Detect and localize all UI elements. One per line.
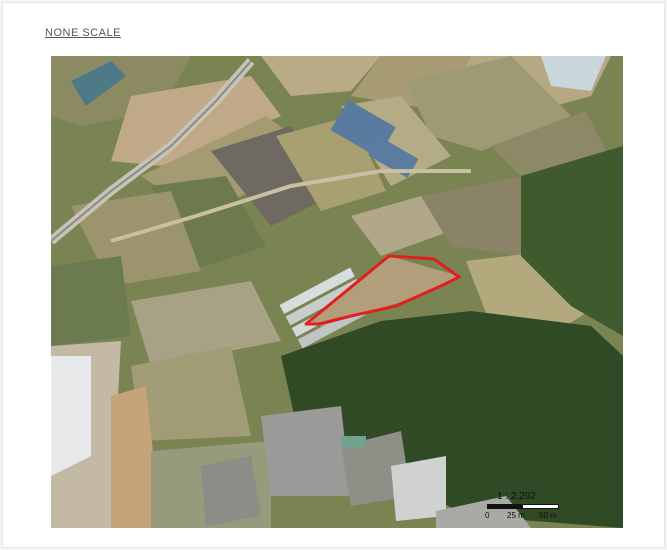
aerial-map[interactable] [51, 56, 623, 528]
page: NONE SCALE 1: 2,292 0 25 m 50 m [2, 2, 665, 548]
scale-bar-box: 1 : 2,292 0 25 m 50 m [483, 491, 569, 521]
scale-tick-50: 50 m [539, 511, 557, 520]
scale-tick-0: 0 [485, 511, 490, 520]
scale-bar [487, 504, 559, 509]
aerial-photo [51, 56, 623, 528]
scale-ratio: 1 : 2,292 [497, 491, 536, 502]
scale-note: NONE SCALE [45, 27, 121, 39]
scale-tick-25: 25 m [507, 511, 525, 520]
